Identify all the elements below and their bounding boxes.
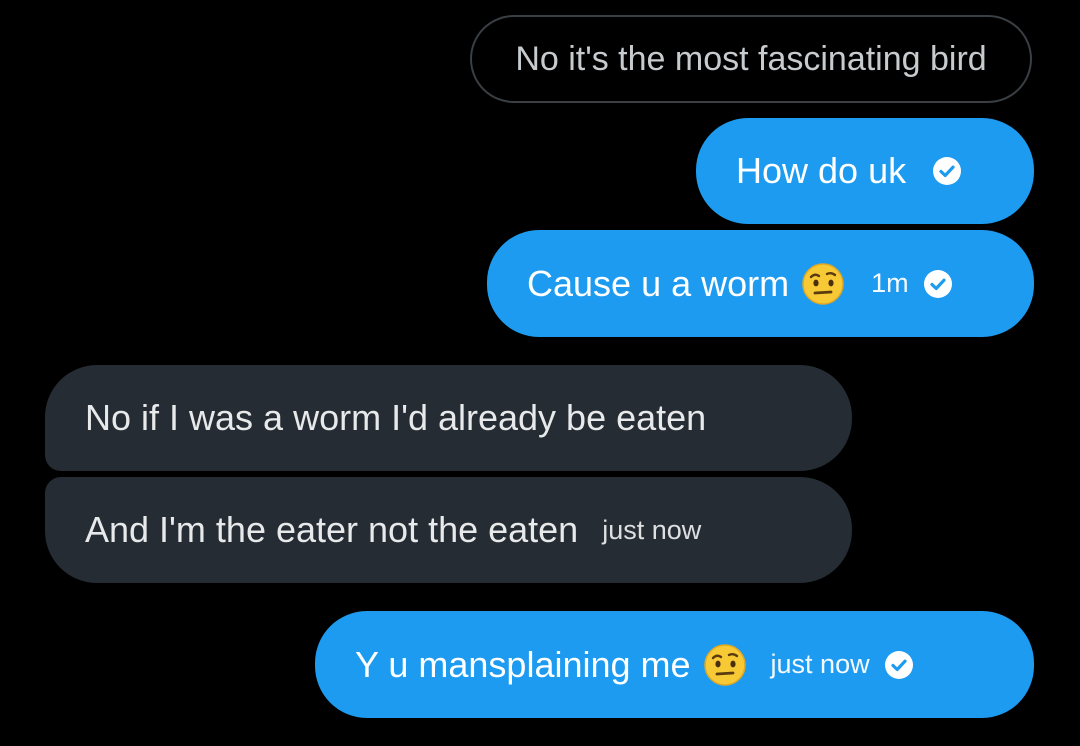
message-timestamp: 1m bbox=[871, 268, 909, 298]
message-text: No if I was a worm I'd already be eaten bbox=[85, 397, 707, 438]
quoted-message-text: No it's the most fascinating bird bbox=[515, 40, 987, 78]
quoted-message[interactable]: No it's the most fascinating bird bbox=[470, 15, 1032, 103]
message-bubble-sent[interactable]: Y u mansplaining me just now bbox=[315, 611, 1034, 718]
check-circle-icon bbox=[884, 650, 914, 680]
message-text: And I'm the eater not the eaten bbox=[85, 509, 579, 550]
message-bubble-received[interactable]: And I'm the eater not the eaten just now bbox=[45, 477, 852, 583]
message-bubble-sent[interactable]: Cause u a worm 1m bbox=[487, 230, 1034, 337]
raised-eyebrow-emoji-icon bbox=[801, 262, 845, 306]
message-bubble-sent[interactable]: How do uk bbox=[696, 118, 1034, 224]
previous-message-fragment: · · bbox=[640, 0, 678, 15]
raised-eyebrow-emoji-icon bbox=[703, 643, 747, 687]
message-text: Y u mansplaining me bbox=[355, 643, 691, 685]
message-text: Cause u a worm bbox=[527, 262, 790, 304]
message-bubble-received[interactable]: No if I was a worm I'd already be eaten bbox=[45, 365, 852, 471]
message-text: How do uk bbox=[736, 150, 907, 191]
check-circle-icon bbox=[932, 156, 962, 186]
message-timestamp: just now bbox=[602, 514, 702, 545]
check-circle-icon bbox=[923, 269, 953, 299]
message-timestamp: just now bbox=[770, 649, 870, 679]
